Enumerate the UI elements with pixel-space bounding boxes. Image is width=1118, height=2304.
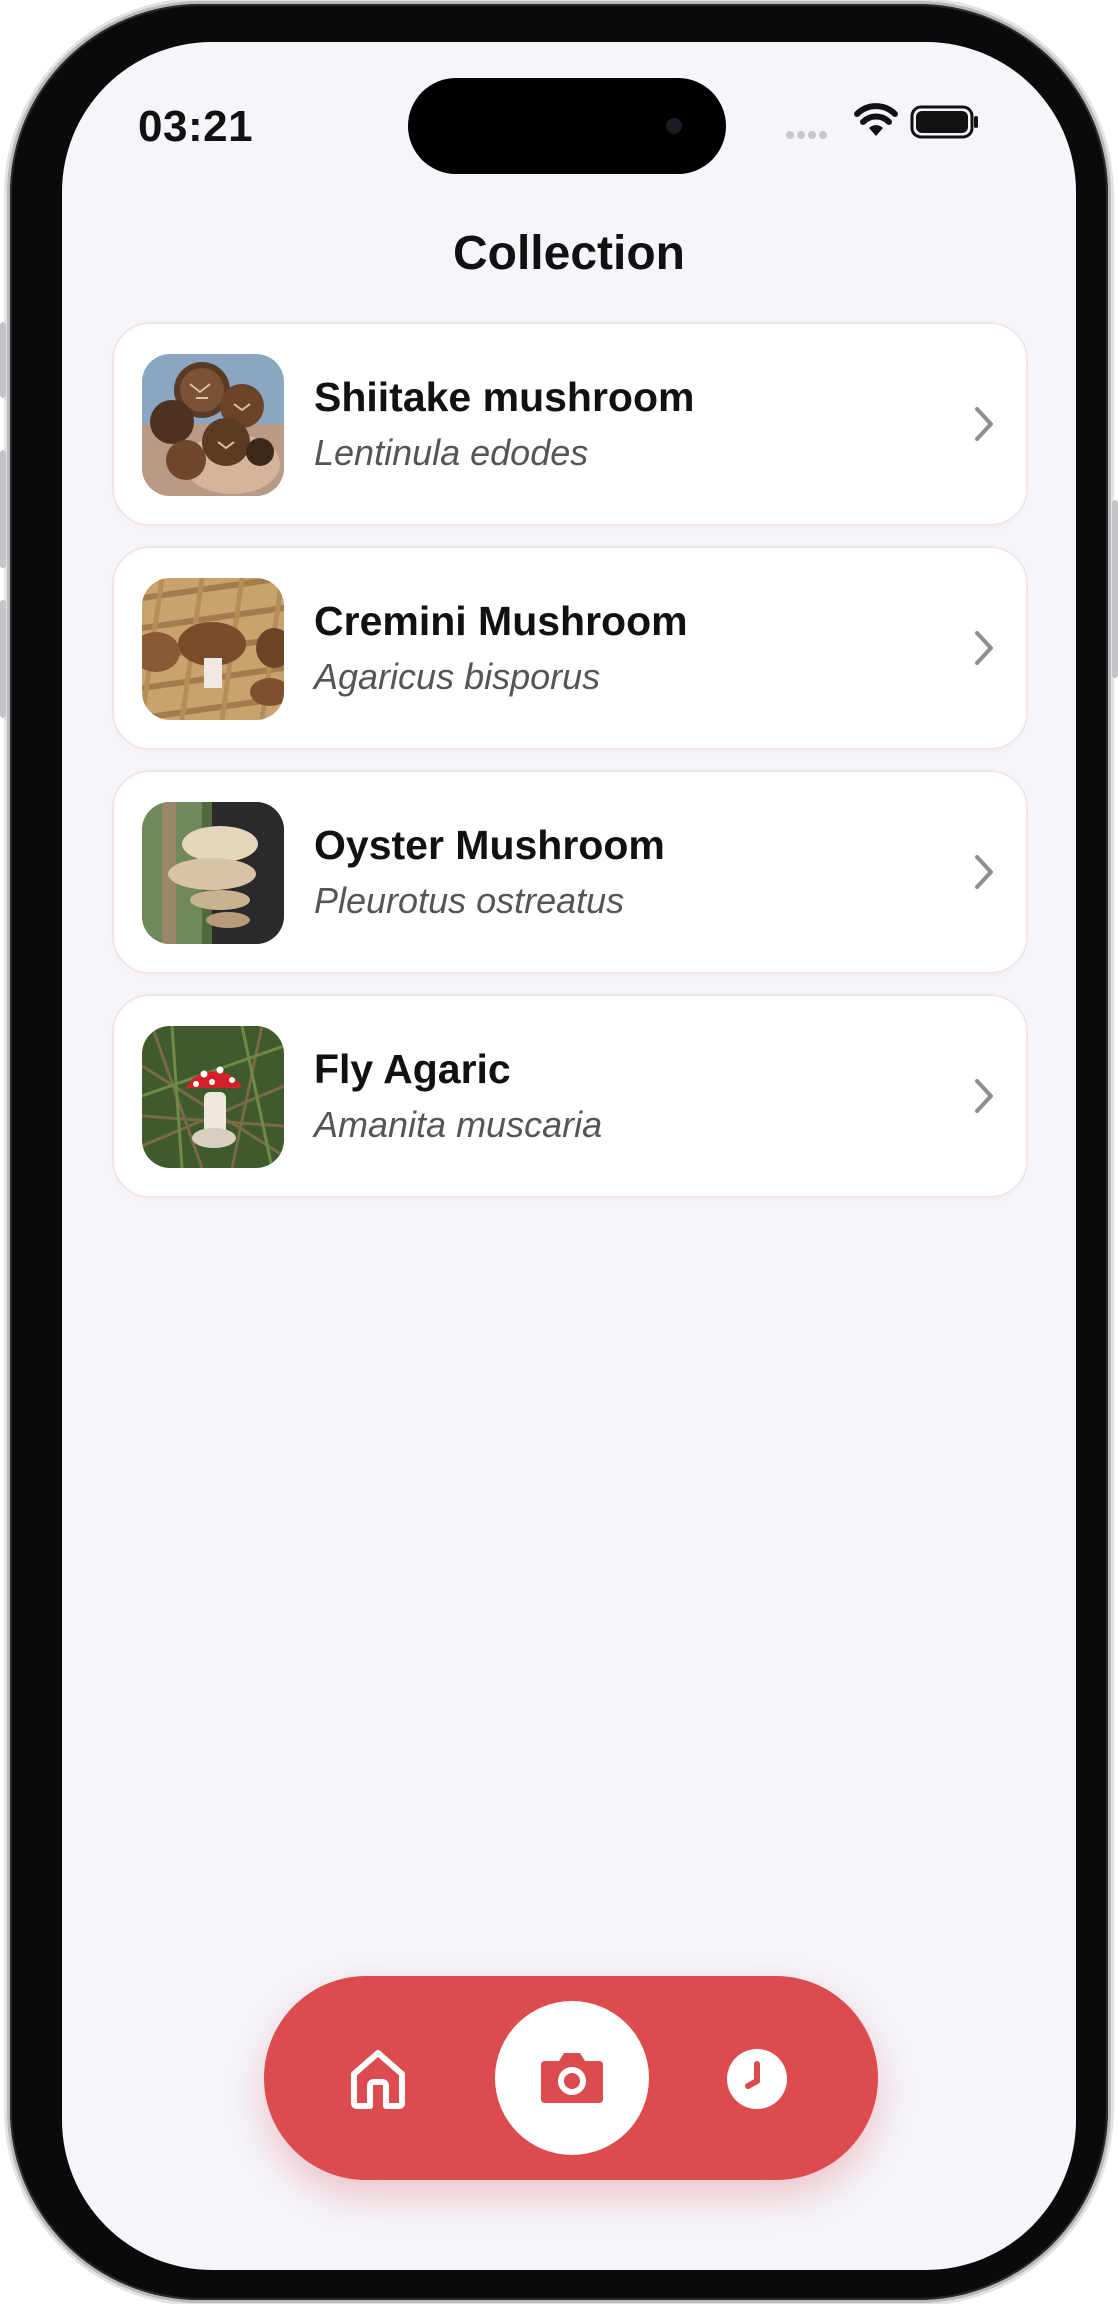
battery-icon bbox=[910, 105, 978, 139]
item-scientific-name: Amanita muscaria bbox=[314, 1104, 603, 1145]
list-item[interactable]: Shiitake mushroom Lentinula edodes bbox=[112, 322, 1028, 526]
screen: 03:21 Collection Shiitake mushroom Lenti… bbox=[62, 42, 1076, 2270]
status-time: 03:21 bbox=[138, 102, 254, 151]
front-camera bbox=[666, 118, 682, 134]
camera-icon bbox=[541, 2053, 603, 2103]
status-icons bbox=[786, 102, 996, 142]
page-title: Collection bbox=[452, 227, 685, 280]
chevron-right-icon bbox=[975, 1079, 993, 1113]
item-name: Fly Agaric bbox=[314, 1046, 511, 1092]
clock-icon[interactable] bbox=[726, 2048, 788, 2110]
fly-agaric-photo bbox=[142, 1026, 284, 1168]
phone-frame: 03:21 Collection Shiitake mushroom Lenti… bbox=[0, 4, 1118, 2300]
list-item[interactable]: Cremini Mushroom Agaricus bisporus bbox=[112, 546, 1028, 750]
cellular-signal-icon bbox=[786, 126, 830, 144]
dynamic-island bbox=[408, 78, 726, 174]
volume-down-button bbox=[0, 600, 6, 718]
camera-button[interactable] bbox=[495, 2001, 649, 2155]
chevron-right-icon bbox=[975, 407, 993, 441]
home-icon[interactable] bbox=[348, 2048, 408, 2110]
oyster-photo bbox=[142, 802, 284, 944]
cremini-photo bbox=[142, 578, 284, 720]
volume-up-button bbox=[0, 450, 6, 568]
item-name: Cremini Mushroom bbox=[314, 598, 688, 644]
chevron-right-icon bbox=[975, 631, 993, 665]
item-scientific-name: Agaricus bisporus bbox=[314, 656, 601, 697]
shiitake-photo bbox=[142, 354, 284, 496]
tab-bar bbox=[264, 1976, 878, 2180]
chevron-right-icon bbox=[975, 855, 993, 889]
list-item[interactable]: Oyster Mushroom Pleurotus ostreatus bbox=[112, 770, 1028, 974]
item-scientific-name: Lentinula edodes bbox=[314, 432, 589, 473]
power-button bbox=[1112, 500, 1118, 678]
action-button bbox=[0, 322, 6, 398]
item-name: Oyster Mushroom bbox=[314, 822, 665, 868]
list-item[interactable]: Fly Agaric Amanita muscaria bbox=[112, 994, 1028, 1198]
wifi-icon bbox=[854, 103, 898, 136]
item-scientific-name: Pleurotus ostreatus bbox=[314, 880, 625, 921]
item-name: Shiitake mushroom bbox=[314, 374, 695, 420]
